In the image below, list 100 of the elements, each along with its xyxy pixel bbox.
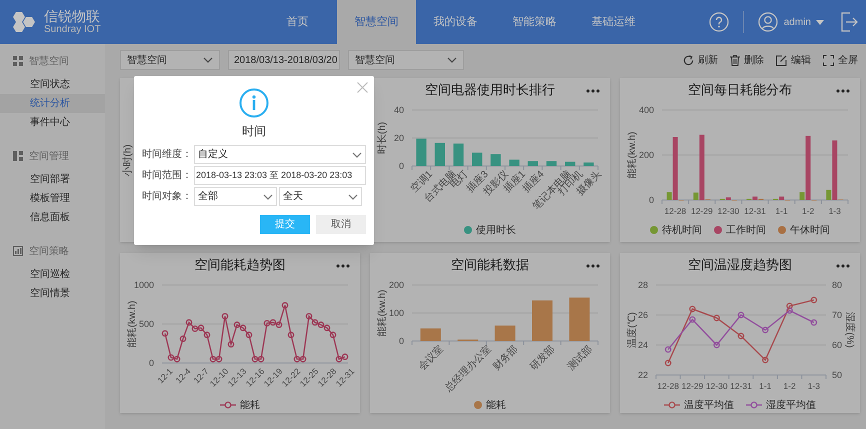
- legend-label[interactable]: 午休时间: [790, 222, 830, 238]
- data-point: [738, 312, 744, 318]
- caret-icon: [348, 194, 358, 200]
- user-avatar-icon[interactable]: [758, 12, 778, 32]
- axis-tick-label: 研发部: [528, 344, 558, 373]
- legend-dot-icon: [650, 226, 658, 234]
- legend-label[interactable]: 使用时长: [476, 222, 516, 238]
- bar: [565, 162, 576, 166]
- legend-label[interactable]: 湿度平均值: [766, 398, 816, 412]
- axis-tick-label: 70: [832, 310, 842, 320]
- layout-icon: [13, 151, 23, 161]
- sidebar-item[interactable]: 空间巡检: [0, 265, 105, 284]
- axis-title: 湿度(%): [844, 312, 855, 348]
- time-range-field[interactable]: 2018-03-13 23:03 至 2018-03-20 23:03: [194, 166, 366, 185]
- axis-tick-label: 12-29: [682, 381, 704, 391]
- axis-tick-label: 1-3: [828, 206, 841, 216]
- axis-tick-label: 12-29: [690, 206, 713, 216]
- more-icon[interactable]: [336, 264, 350, 268]
- sidebar-group-title: 空间管理: [29, 150, 69, 164]
- edit-icon: [776, 54, 787, 66]
- sidebar-item[interactable]: 模板管理: [0, 189, 105, 208]
- caret-icon: [263, 194, 273, 200]
- logo-subtitle: Sundray IOT: [44, 25, 101, 35]
- logo-title: 信锐物联: [44, 9, 101, 23]
- sidebar-group-title: 空间策略: [29, 244, 69, 258]
- axis-tick-label: 22: [638, 370, 648, 380]
- caret-icon[interactable]: [816, 20, 824, 24]
- axis-title: 能耗(kw.h): [127, 300, 138, 348]
- logo-icon: [12, 10, 38, 34]
- sidebar-item[interactable]: 事件中心: [0, 113, 105, 132]
- help-icon[interactable]: [708, 12, 729, 32]
- field-label: 时间对象：: [142, 190, 192, 204]
- data-point: [162, 330, 168, 337]
- sidebar-item[interactable]: 空间状态: [0, 75, 105, 94]
- caret-icon: [352, 152, 362, 158]
- more-icon[interactable]: [586, 89, 600, 93]
- axis-tick-label: 20: [394, 133, 404, 143]
- logout-icon[interactable]: [840, 12, 858, 32]
- sidebar-item[interactable]: 空间部署: [0, 170, 105, 189]
- toolbar-button[interactable]: 全屏: [823, 52, 858, 68]
- toolbar-button[interactable]: 刷新: [683, 52, 718, 68]
- sidebar-item[interactable]: 空间情景: [0, 284, 105, 303]
- axis-title: 能耗(kw.h): [627, 132, 638, 178]
- info-icon: [239, 88, 269, 118]
- axis-tick-label: 40: [394, 105, 404, 115]
- more-icon[interactable]: [836, 264, 850, 268]
- data-point: [664, 346, 672, 353]
- axis-tick-label: 12-28: [664, 206, 686, 216]
- toolbar-button[interactable]: 编辑: [776, 52, 811, 68]
- more-icon[interactable]: [836, 89, 850, 93]
- data-point: [288, 332, 294, 338]
- trash-icon: [730, 54, 740, 66]
- axis-tick-label: 80: [832, 280, 842, 290]
- axis-tick-label: 1000: [134, 280, 154, 290]
- axis-title: 时长(h): [377, 122, 388, 154]
- legend-line-icon: [664, 401, 680, 409]
- axis-tick-label: 总经理办公室: [443, 344, 494, 394]
- data-point: [228, 341, 234, 348]
- axis-tick-label: 12-31: [730, 381, 752, 391]
- select-field[interactable]: 智慧空间: [348, 50, 464, 70]
- date-range-field[interactable]: 2018/03/13-2018/03/20: [228, 50, 340, 70]
- axis-tick-label: 12-31: [744, 206, 766, 216]
- axis-tick-label: 1-3: [808, 381, 820, 391]
- legend-label[interactable]: 待机时间: [662, 222, 702, 238]
- select-field[interactable]: 智慧空间: [120, 50, 220, 70]
- bar: [416, 138, 426, 166]
- sidebar-group-title: 智慧空间: [29, 54, 69, 68]
- data-point: [282, 302, 288, 309]
- bar: [494, 326, 516, 341]
- fullscreen-icon: [823, 54, 834, 66]
- chart-title: 空间每日耗能分布: [688, 81, 792, 100]
- legend-dot-icon: [778, 226, 786, 234]
- legend-line-icon: [220, 401, 236, 409]
- chart-title: 空间能耗趋势图: [194, 256, 286, 274]
- bar: [509, 160, 520, 166]
- bar: [584, 162, 594, 166]
- data-point: [810, 319, 818, 326]
- select-field[interactable]: 全天: [279, 187, 362, 206]
- chart-title: 空间电器使用时长排行: [425, 81, 555, 100]
- select-field[interactable]: 自定义: [194, 145, 366, 164]
- select-field[interactable]: 全部: [194, 187, 277, 206]
- bar: [434, 142, 445, 166]
- axis-tick-label: 0: [648, 195, 654, 205]
- legend-label[interactable]: 温度平均值: [684, 398, 734, 412]
- cancel-button[interactable]: 取消: [316, 215, 366, 234]
- axis-tick-label: 100: [388, 308, 404, 318]
- toolbar-button[interactable]: 删除: [730, 52, 764, 68]
- axis-tick-label: 26: [638, 310, 648, 320]
- data-point: [180, 336, 186, 342]
- bar: [453, 144, 464, 166]
- legend-label[interactable]: 工作时间: [726, 222, 766, 238]
- refresh-icon: [683, 54, 694, 66]
- axis-tick-label: 12-30: [718, 206, 740, 216]
- axis-title: 能耗(kw.h): [377, 290, 388, 336]
- sidebar-item[interactable]: 信息面板: [0, 208, 105, 227]
- more-icon[interactable]: [586, 264, 600, 268]
- axis-tick-label: 测试部: [566, 344, 595, 373]
- legend-dot-icon: [464, 226, 472, 234]
- legend-label[interactable]: 能耗: [486, 398, 506, 412]
- legend-label[interactable]: 能耗: [240, 398, 260, 412]
